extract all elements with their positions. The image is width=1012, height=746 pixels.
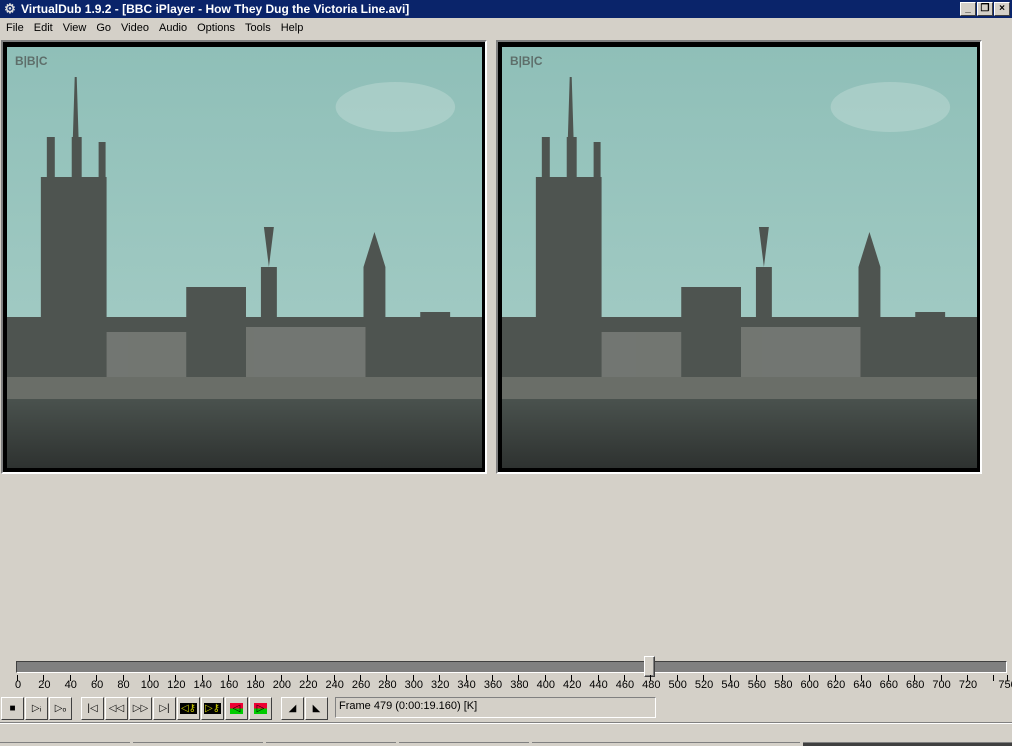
- timeline-tick-label: 80: [117, 679, 130, 691]
- menu-options[interactable]: Options: [192, 22, 240, 34]
- next-scene-button[interactable]: ▷: [249, 697, 272, 720]
- timeline-tick-label: 750: [998, 679, 1012, 691]
- timeline-tick-label: 0: [14, 679, 22, 691]
- timeline-tick-label: 160: [219, 679, 239, 691]
- go-end-button[interactable]: ▷|: [153, 697, 176, 720]
- timeline-tick-label: 360: [483, 679, 503, 691]
- video-frame: B|B|C: [502, 47, 977, 468]
- menu-edit[interactable]: Edit: [29, 22, 58, 34]
- menu-view[interactable]: View: [58, 22, 92, 34]
- play-input-icon: ▷ᵢ: [31, 703, 42, 714]
- timeline-tick-label: 700: [932, 679, 951, 691]
- go-start-button[interactable]: |◁: [81, 697, 104, 720]
- bbc-watermark: B|B|C: [510, 54, 543, 68]
- menu-audio[interactable]: Audio: [154, 22, 192, 34]
- timeline-tick-label: 120: [167, 679, 186, 691]
- prev-scene-icon: ◁: [229, 703, 244, 714]
- virtualdub-gear-icon: ⚙: [4, 1, 16, 16]
- timeline-track[interactable]: [16, 661, 1007, 673]
- timeline-tick-label: 100: [140, 679, 160, 691]
- timeline-tick-label: 480: [642, 679, 661, 691]
- play-input-button[interactable]: ▷ᵢ: [25, 697, 48, 720]
- timeline-thumb[interactable]: [644, 656, 655, 677]
- timeline-tick-label: 280: [378, 679, 397, 691]
- timeline-tick-label: 240: [325, 679, 344, 691]
- timeline-tick-label: 620: [826, 679, 846, 691]
- timeline-tick-label: 500: [668, 679, 687, 691]
- timeline-tick-label: 660: [879, 679, 899, 691]
- mark-in-icon: ◢: [288, 703, 297, 714]
- play-output-icon: ▷ₒ: [54, 703, 67, 714]
- timeline-tick-label: 180: [246, 679, 265, 691]
- next-scene-icon: ▷: [253, 703, 268, 714]
- timeline-tick-label: 220: [299, 679, 318, 691]
- timeline-tick-label: 40: [64, 679, 77, 691]
- menu-go[interactable]: Go: [91, 22, 116, 34]
- timeline-tick-label: 720: [958, 679, 978, 691]
- bbc-watermark: B|B|C: [15, 54, 48, 68]
- minimize-button[interactable]: _: [960, 2, 976, 16]
- timeline-tick-label: 440: [589, 679, 608, 691]
- go-start-icon: |◁: [87, 703, 98, 714]
- timeline-tick-label: 300: [404, 679, 424, 691]
- timeline-tick: [993, 675, 995, 681]
- close-button[interactable]: ×: [994, 2, 1010, 16]
- go-end-icon: ▷|: [159, 703, 170, 714]
- input-video-pane: B|B|C: [1, 40, 487, 474]
- prev-keyframe-button[interactable]: ◁◁: [105, 697, 128, 720]
- mark-in-button[interactable]: ◢: [281, 697, 304, 720]
- timeline-tick-label: 200: [272, 679, 292, 691]
- next-keyframe-button[interactable]: ▷▷: [129, 697, 152, 720]
- timeline-tick-label: 680: [906, 679, 925, 691]
- title-bar: ⚙ VirtualDub 1.9.2 - [BBC iPlayer - How …: [0, 0, 1012, 18]
- timeline-tick-label: 140: [193, 679, 212, 691]
- timeline-tick-label: 600: [800, 679, 819, 691]
- frame-display: Frame 479 (0:00:19.160) [K]: [335, 697, 656, 718]
- prev-key-button[interactable]: ◁⚷: [177, 697, 200, 720]
- next-keyframe-icon: ▷▷: [132, 703, 149, 714]
- timeline-tick-label: 420: [562, 679, 582, 691]
- menu-file[interactable]: File: [1, 22, 29, 34]
- timeline-ticks: 0 20 40 60 80 100 120 140 160 180 200 220 240 260 280 3…: [0, 675, 1012, 695]
- mark-out-icon: ◣: [312, 703, 321, 714]
- window-title: VirtualDub 1.9.2 - [BBC iPlayer - How Th…: [21, 2, 410, 16]
- timeline-tick-label: 60: [91, 679, 104, 691]
- timeline-tick-label: 260: [351, 679, 371, 691]
- timeline-tick-label: 20: [38, 679, 51, 691]
- timeline-tick-label: 340: [457, 679, 476, 691]
- output-video-pane: B|B|C: [496, 40, 982, 474]
- timeline-tick-label: 540: [721, 679, 740, 691]
- timeline-tick-label: 520: [694, 679, 714, 691]
- timeline-tick-label: 400: [536, 679, 555, 691]
- status-bar: [0, 722, 1012, 746]
- menu-tools[interactable]: Tools: [240, 22, 276, 34]
- timeline-tick-label: 560: [747, 679, 767, 691]
- play-output-button[interactable]: ▷ₒ: [49, 697, 72, 720]
- timeline-tick-label: 380: [510, 679, 529, 691]
- mark-out-button[interactable]: ◣: [305, 697, 328, 720]
- stop-button[interactable]: ■: [1, 697, 24, 720]
- prev-key-icon: ◁⚷: [179, 703, 197, 714]
- menu-help[interactable]: Help: [276, 22, 309, 34]
- timeline-tick-label: 640: [853, 679, 872, 691]
- prev-keyframe-icon: ◁◁: [108, 703, 125, 714]
- menu-bar: File Edit View Go Video Audio Options To…: [0, 18, 1012, 37]
- next-key-icon: ▷⚷: [203, 703, 221, 714]
- timeline-tick-label: 580: [774, 679, 793, 691]
- prev-scene-button[interactable]: ◁: [225, 697, 248, 720]
- video-frame: B|B|C: [7, 47, 482, 468]
- menu-video[interactable]: Video: [116, 22, 154, 34]
- stop-icon: ■: [9, 703, 16, 714]
- next-key-button[interactable]: ▷⚷: [201, 697, 224, 720]
- timeline-tick-label: 460: [615, 679, 635, 691]
- restore-button[interactable]: ❐: [977, 2, 993, 16]
- timeline-tick-label: 320: [431, 679, 450, 691]
